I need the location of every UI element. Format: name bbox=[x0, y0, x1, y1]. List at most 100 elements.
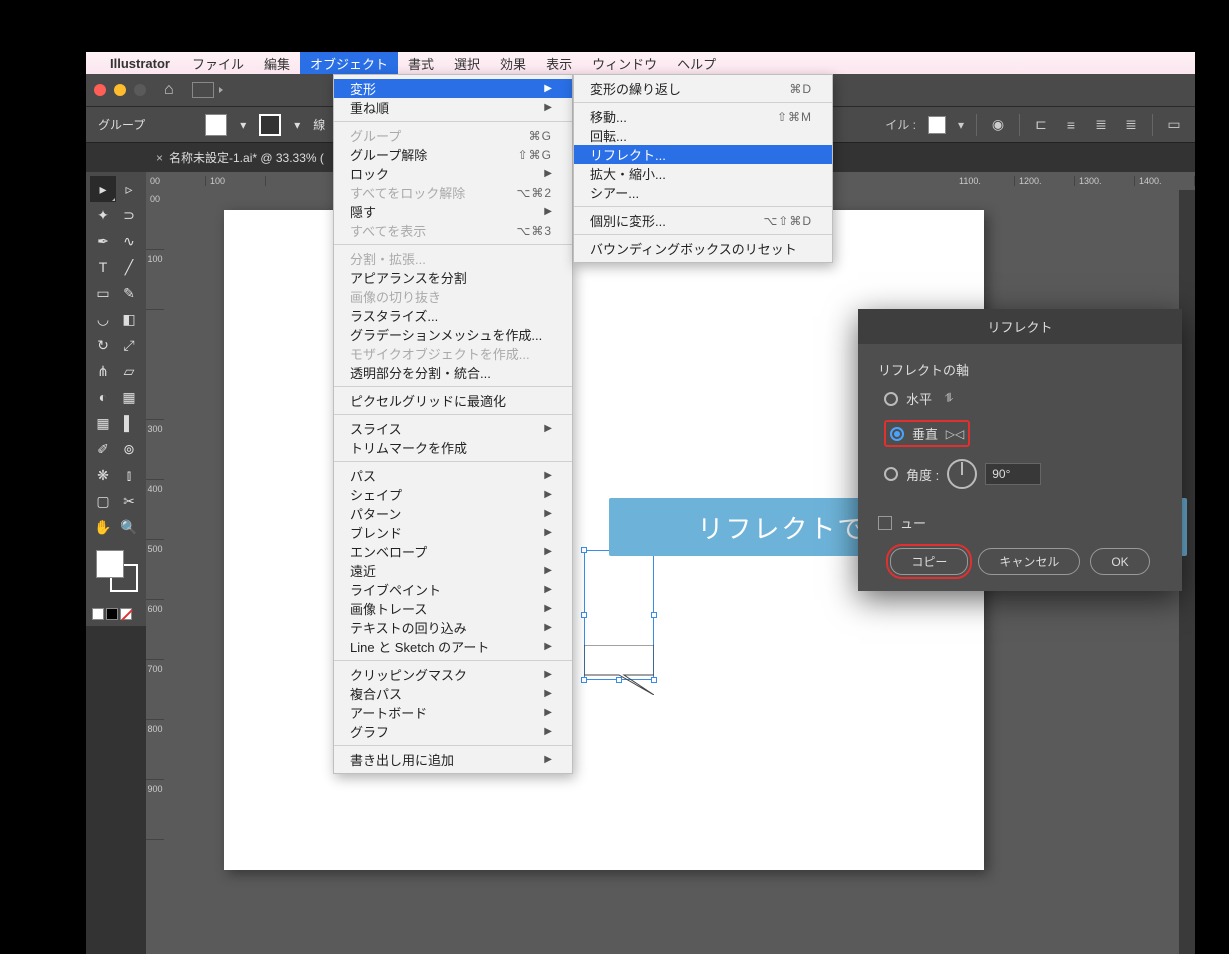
gradient-tool[interactable]: ▌ bbox=[116, 410, 142, 436]
menu-item[interactable]: エンベロープ▶ bbox=[334, 542, 572, 561]
type-tool[interactable]: T bbox=[90, 254, 116, 280]
align-icon-2[interactable]: ≣ bbox=[1122, 116, 1140, 134]
style-swatch[interactable] bbox=[928, 116, 946, 134]
fill-swatch[interactable] bbox=[205, 114, 227, 136]
menu-item[interactable]: 画像トレース▶ bbox=[334, 599, 572, 618]
menu-item[interactable]: スライス▶ bbox=[334, 419, 572, 438]
artboard-tool[interactable]: ▢ bbox=[90, 488, 116, 514]
pen-tool[interactable]: ✒ bbox=[90, 228, 116, 254]
menu-item[interactable]: 移動...⇧⌘M bbox=[574, 107, 832, 126]
radio-angle[interactable] bbox=[884, 467, 898, 481]
angle-radio-row[interactable]: 角度 : bbox=[884, 459, 1162, 489]
shape-builder-tool[interactable]: ◐ bbox=[90, 384, 116, 410]
workspace-switcher[interactable] bbox=[192, 82, 214, 98]
menu-edit[interactable]: 編集 bbox=[254, 52, 300, 74]
menu-item[interactable]: Line と Sketch のアート▶ bbox=[334, 637, 572, 656]
copy-button[interactable]: コピー bbox=[890, 548, 968, 575]
scale-tool[interactable]: ⤢ bbox=[116, 332, 142, 358]
blend-tool[interactable]: ⊚ bbox=[116, 436, 142, 462]
menu-item[interactable]: リフレクト... bbox=[574, 145, 832, 164]
fill-dropdown-icon[interactable]: ▾ bbox=[237, 118, 249, 132]
column-graph-tool[interactable]: ⫾ bbox=[116, 462, 142, 488]
menu-item[interactable]: 変形▶ bbox=[334, 79, 572, 98]
perspective-tool[interactable]: ▦ bbox=[116, 384, 142, 410]
menu-item[interactable]: 拡大・縮小... bbox=[574, 164, 832, 183]
mesh-tool[interactable]: ▦ bbox=[90, 410, 116, 436]
menu-item[interactable]: 重ね順▶ bbox=[334, 98, 572, 117]
menu-item[interactable]: パス▶ bbox=[334, 466, 572, 485]
stroke-swatch[interactable] bbox=[259, 114, 281, 136]
rectangle-tool[interactable]: ▭ bbox=[90, 280, 116, 306]
none-mode-icon[interactable] bbox=[120, 608, 132, 620]
home-icon[interactable]: ⌂ bbox=[164, 81, 174, 99]
menu-item[interactable]: ブレンド▶ bbox=[334, 523, 572, 542]
selection-tool[interactable]: ▸ bbox=[90, 176, 116, 202]
menu-item[interactable]: アートボード▶ bbox=[334, 703, 572, 722]
menu-item[interactable]: 書き出し用に追加▶ bbox=[334, 750, 572, 769]
radio-vertical[interactable] bbox=[890, 427, 904, 441]
preview-row[interactable]: ュー bbox=[878, 513, 1162, 532]
menu-item[interactable]: テキストの回り込み▶ bbox=[334, 618, 572, 637]
menu-item[interactable]: 複合パス▶ bbox=[334, 684, 572, 703]
menu-item[interactable]: ロック▶ bbox=[334, 164, 572, 183]
slice-tool[interactable]: ✂ bbox=[116, 488, 142, 514]
window-close-button[interactable] bbox=[94, 84, 106, 96]
menu-item[interactable]: バウンディングボックスのリセット bbox=[574, 239, 832, 258]
radio-horizontal[interactable] bbox=[884, 392, 898, 406]
zoom-tool[interactable]: 🔍 bbox=[116, 514, 142, 540]
globe-icon[interactable]: ◉ bbox=[989, 116, 1007, 134]
hand-tool[interactable]: ✋ bbox=[90, 514, 116, 540]
handle-tl[interactable] bbox=[581, 547, 587, 553]
menu-item[interactable]: ライブペイント▶ bbox=[334, 580, 572, 599]
angle-dial-icon[interactable] bbox=[947, 459, 977, 489]
width-tool[interactable]: ⋔ bbox=[90, 358, 116, 384]
curvature-tool[interactable]: ∿ bbox=[116, 228, 142, 254]
menu-item[interactable]: 回転... bbox=[574, 126, 832, 145]
transform-icon[interactable]: ▭ bbox=[1165, 116, 1183, 134]
menu-select[interactable]: 選択 bbox=[444, 52, 490, 74]
menu-item[interactable]: 個別に変形...⌥⇧⌘D bbox=[574, 211, 832, 230]
fill-color[interactable] bbox=[96, 550, 124, 578]
menu-effect[interactable]: 効果 bbox=[490, 52, 536, 74]
menu-item[interactable]: 遠近▶ bbox=[334, 561, 572, 580]
menu-item[interactable]: 隠す▶ bbox=[334, 202, 572, 221]
vertical-radio-row[interactable]: 垂直 ▷◁ bbox=[884, 420, 1162, 447]
menu-item[interactable]: トリムマークを作成 bbox=[334, 438, 572, 457]
color-mode-icon[interactable] bbox=[92, 608, 104, 620]
menu-view[interactable]: 表示 bbox=[536, 52, 582, 74]
selected-object[interactable] bbox=[584, 550, 654, 680]
align-icon[interactable]: ≣ bbox=[1092, 116, 1110, 134]
preview-checkbox[interactable] bbox=[878, 516, 892, 530]
menu-item[interactable]: アピアランスを分割 bbox=[334, 268, 572, 287]
menu-help[interactable]: ヘルプ bbox=[667, 52, 726, 74]
menu-item[interactable]: シアー... bbox=[574, 183, 832, 202]
align-left-icon[interactable]: ⊏ bbox=[1032, 116, 1050, 134]
document-tab-title[interactable]: 名称未設定-1.ai* @ 33.33% ( bbox=[169, 149, 324, 166]
gradient-mode-icon[interactable] bbox=[106, 608, 118, 620]
menu-object[interactable]: オブジェクト bbox=[300, 52, 398, 74]
menu-file[interactable]: ファイル bbox=[182, 52, 254, 74]
window-minimize-button[interactable] bbox=[114, 84, 126, 96]
menu-item[interactable]: ラスタライズ... bbox=[334, 306, 572, 325]
handle-mr[interactable] bbox=[651, 612, 657, 618]
handle-ml[interactable] bbox=[581, 612, 587, 618]
tab-close-icon[interactable]: × bbox=[156, 151, 163, 165]
eraser-tool[interactable]: ◧ bbox=[116, 306, 142, 332]
shaper-tool[interactable]: ◡ bbox=[90, 306, 116, 332]
cancel-button[interactable]: キャンセル bbox=[978, 548, 1080, 575]
free-transform-tool[interactable]: ▱ bbox=[116, 358, 142, 384]
stroke-dropdown-icon[interactable]: ▾ bbox=[291, 118, 303, 132]
menu-item[interactable]: グラフ▶ bbox=[334, 722, 572, 741]
paintbrush-tool[interactable]: ✎ bbox=[116, 280, 142, 306]
align-center-icon[interactable]: ≡ bbox=[1062, 116, 1080, 134]
line-tool[interactable]: ╱ bbox=[116, 254, 142, 280]
angle-input[interactable] bbox=[985, 463, 1041, 485]
menu-type[interactable]: 書式 bbox=[398, 52, 444, 74]
rotate-tool[interactable]: ↻ bbox=[90, 332, 116, 358]
menu-item[interactable]: ピクセルグリッドに最適化 bbox=[334, 391, 572, 410]
horizontal-radio-row[interactable]: 水平 ⥮ bbox=[884, 389, 1162, 408]
direct-selection-tool[interactable]: ▹ bbox=[116, 176, 142, 202]
magic-wand-tool[interactable]: ✦ bbox=[90, 202, 116, 228]
window-maximize-button[interactable] bbox=[134, 84, 146, 96]
menu-item[interactable]: グループ解除⇧⌘G bbox=[334, 145, 572, 164]
